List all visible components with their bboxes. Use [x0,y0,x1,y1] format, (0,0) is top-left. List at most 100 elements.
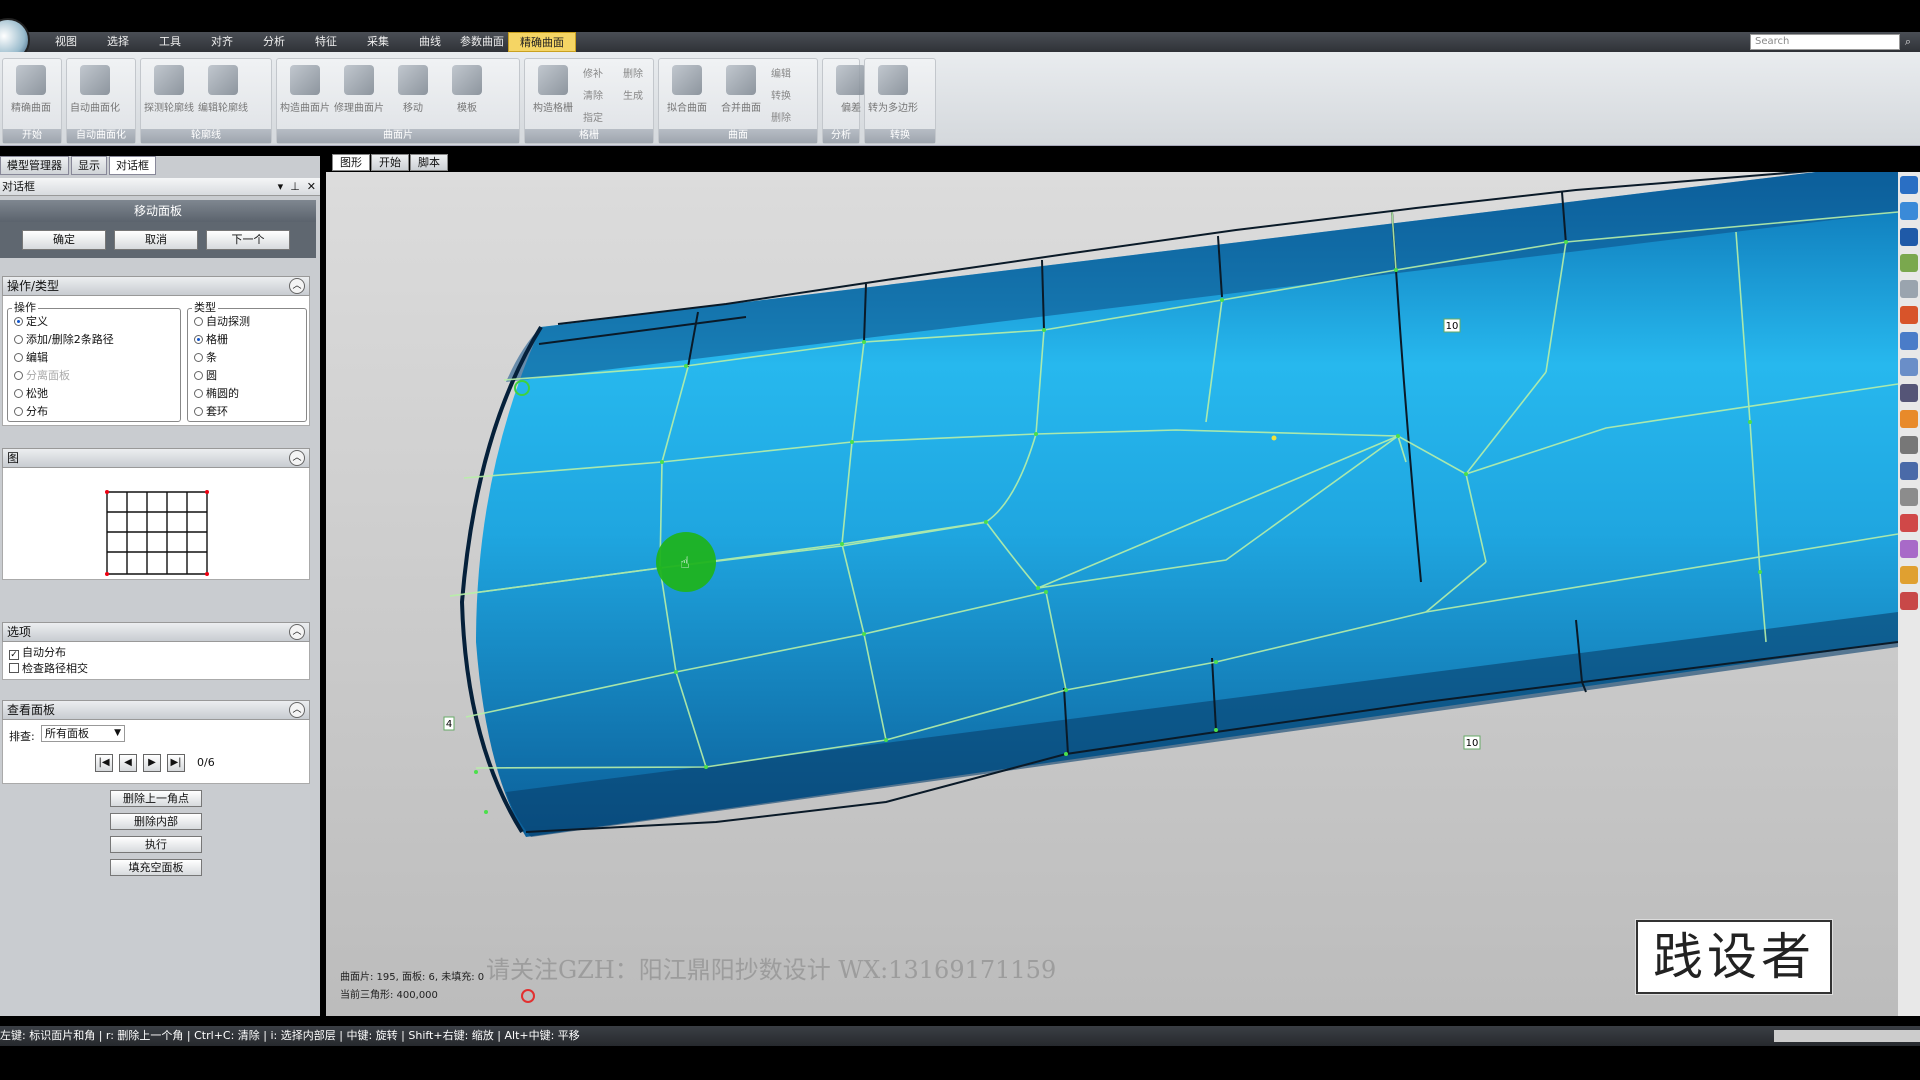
ribbon-small-button[interactable]: 转换 [771,87,791,102]
view-front-icon[interactable] [1900,176,1918,194]
close-icon[interactable]: ✕ [307,180,316,193]
ribbon-button[interactable]: 探测轮廓线 [143,63,195,125]
ribbon-small-button[interactable]: 删除 [771,109,791,124]
cancel-button[interactable]: 取消 [114,230,198,250]
collapse-icon[interactable]: ︿ [289,702,305,718]
viewport-tab[interactable]: 图形 [332,154,370,171]
view-panel-section-header[interactable]: 查看面板 ︿ [2,700,310,720]
graph-section-header[interactable]: 图 ︿ [2,448,310,468]
menu-item[interactable]: 采集 [352,32,404,52]
ribbon-button[interactable]: 精确曲面 [5,63,57,125]
light-tool-icon[interactable] [1900,566,1918,584]
ribbon-button[interactable]: 编辑轮廓线 [197,63,249,125]
collapse-icon[interactable]: ︿ [289,624,305,640]
ribbon-button[interactable]: 自动曲面化 [69,63,121,125]
ribbon-small-button[interactable]: 指定 [583,109,603,124]
status-text: 左键: 标识面片和角 | r: 删除上一个角 | Ctrl+C: 清除 | i:… [0,1029,580,1042]
layer-tool-icon[interactable] [1900,540,1918,558]
ribbon-button[interactable]: 构造格栅 [527,63,579,125]
render-icon[interactable] [1900,306,1918,324]
cursor-mode-icon[interactable] [1900,436,1918,454]
radio-option[interactable]: 定义 [14,315,48,329]
radio-option[interactable]: 松弛 [14,387,48,401]
ribbon-small-button[interactable]: 编辑 [771,65,791,80]
surface-model[interactable]: 10 10 4 ☝ [326,172,1898,1016]
ribbon-small-button[interactable]: 生成 [623,87,643,102]
window-select-icon[interactable] [1900,462,1918,480]
action-button[interactable]: 执行 [110,836,202,853]
radio-option[interactable]: 添加/删除2条路径 [14,333,114,347]
option-checkbox[interactable]: 检查路径相交 [9,662,88,676]
ok-button[interactable]: 确定 [22,230,106,250]
radio-option[interactable]: 套环 [194,405,228,419]
action-button[interactable]: 填充空面板 [110,859,202,876]
menu-item[interactable]: 精确曲面 [508,32,576,52]
ribbon-button[interactable]: 修理曲面片 [333,63,385,125]
op-type-section-header[interactable]: 操作/类型 ︿ [2,276,310,296]
search-icon[interactable]: ⌕ [1900,35,1916,49]
lasso-icon[interactable] [1900,358,1918,376]
radio-option[interactable]: 圆 [194,369,217,383]
next-button[interactable]: 下一个 [206,230,290,250]
action-button[interactable]: 删除内部 [110,813,202,830]
box-select-icon[interactable] [1900,332,1918,350]
menu-item[interactable]: 分析 [248,32,300,52]
3d-viewport[interactable]: 10 10 4 ☝ 曲面片: 195, 面板: 6, 未填充: 0 当前三角形:… [326,172,1898,1016]
ribbon-group: 探测轮廓线 编辑轮廓线 轮廓线 [140,58,272,144]
action-button[interactable]: 删除上一角点 [110,790,202,807]
view-rotate-icon[interactable] [1900,202,1918,220]
radio-option[interactable]: 自动探测 [194,315,250,329]
ribbon-button[interactable]: 转为多边形 [867,63,919,125]
ribbon-small-button[interactable]: 清除 [583,87,603,102]
radio-option[interactable]: 条 [194,351,217,365]
dropdown-icon[interactable]: ▾ [278,180,284,193]
view-fit-icon[interactable] [1900,228,1918,246]
zoom-icon[interactable] [1900,280,1918,298]
ribbon-button[interactable]: 合并曲面 [715,63,767,125]
panel-tab[interactable]: 模型管理器 [0,156,69,175]
menu-item[interactable]: 选择 [92,32,144,52]
option-checkbox[interactable]: ✓ 自动分布 [9,646,66,660]
prev-page-button[interactable]: ◀ [119,754,137,772]
menu-item[interactable]: 特征 [300,32,352,52]
radio-option[interactable]: 椭圆的 [194,387,239,401]
radio-option[interactable]: 编辑 [14,351,48,365]
menu-item[interactable]: 视图 [40,32,92,52]
ribbon-button[interactable]: 模板 [441,63,493,125]
paint-select-icon[interactable] [1900,410,1918,428]
ribbon-small-button[interactable]: 修补 [583,65,603,80]
arrow-tool-icon[interactable] [1900,488,1918,506]
radio-option[interactable]: 分布 [14,405,48,419]
radio-dot-icon [194,335,203,344]
viewport-tab[interactable]: 开始 [371,154,409,171]
menu-item[interactable]: 曲线 [404,32,456,52]
radio-label: 定义 [26,315,48,328]
last-page-button[interactable]: ▶| [167,754,185,772]
ribbon-button[interactable]: 拟合曲面 [661,63,713,125]
pin-icon[interactable]: ⊥ [290,180,300,193]
panel-tab[interactable]: 对话框 [109,156,156,175]
collapse-icon[interactable]: ︿ [289,278,305,294]
radio-option[interactable]: 分离面板 [14,369,70,383]
menu-item[interactable]: 对齐 [196,32,248,52]
color-tool-icon[interactable] [1900,514,1918,532]
view-select-icon[interactable] [1900,254,1918,272]
panel-tab[interactable]: 显示 [71,156,107,175]
first-page-button[interactable]: |◀ [95,754,113,772]
ribbon-button[interactable]: 移动 [387,63,439,125]
ribbon-small-button[interactable]: 删除 [623,65,643,80]
sort-select[interactable]: 所有面板 ▼ [41,725,125,742]
section-tool-icon[interactable] [1900,592,1918,610]
next-page-button[interactable]: ▶ [143,754,161,772]
options-section-header[interactable]: 选项 ︿ [2,622,310,642]
menu-item[interactable]: 参数曲面 [456,32,508,52]
ribbon-button[interactable]: 构造曲面片 [279,63,331,125]
radio-dot-icon [14,389,23,398]
hand-cursor-icon: ☝ [680,553,690,572]
radio-option[interactable]: 格栅 [194,333,228,347]
menu-item[interactable]: 工具 [144,32,196,52]
line-select-icon[interactable] [1900,384,1918,402]
viewport-tab[interactable]: 脚本 [410,154,448,171]
collapse-icon[interactable]: ︿ [289,450,305,466]
search-input[interactable]: Search [1750,34,1900,50]
